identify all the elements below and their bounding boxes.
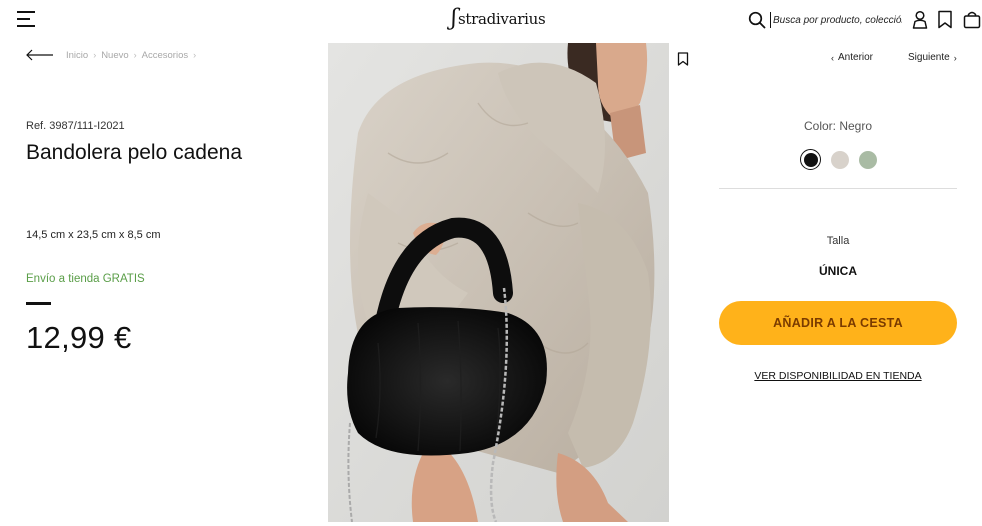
search-icon[interactable] [748, 11, 766, 29]
user-icon[interactable] [911, 10, 929, 29]
swatch-beige[interactable] [831, 150, 849, 169]
next-product-link[interactable]: Siguiente › [908, 52, 961, 63]
size-label: Talla [826, 235, 850, 247]
breadcrumb-separator-icon: › [133, 50, 137, 60]
product-reference: Ref. 3987/111-I2021 [26, 120, 125, 132]
product-price: 12,99 € [26, 320, 132, 355]
chevron-right-icon: › [953, 52, 957, 63]
top-header: ʃ stradivarius [0, 0, 982, 38]
swatch-negro[interactable] [800, 149, 821, 170]
bag-icon[interactable] [963, 10, 981, 29]
section-divider [719, 188, 957, 189]
shipping-info: Envío a tienda GRATIS [26, 273, 145, 285]
previous-label: Anterior [838, 52, 874, 63]
next-label: Siguiente [908, 52, 950, 63]
brand-logo[interactable]: ʃ stradivarius [451, 6, 546, 32]
color-label: Color: Negro [803, 119, 873, 133]
color-swatches [800, 149, 887, 170]
product-photo-illustration [328, 43, 669, 522]
breadcrumb-separator-icon: › [193, 50, 197, 60]
wishlist-icon[interactable] [936, 10, 954, 29]
breadcrumb-separator-icon: › [93, 50, 97, 60]
product-dimensions: 14,5 cm x 23,5 cm x 8,5 cm [26, 229, 161, 241]
breadcrumb-item-inicio[interactable]: Inicio [66, 50, 88, 61]
previous-product-link[interactable]: ‹ Anterior [827, 52, 873, 63]
product-image[interactable] [328, 43, 669, 522]
back-arrow-icon[interactable] [26, 49, 54, 61]
price-divider [26, 302, 51, 305]
breadcrumb-item-accesorios[interactable]: Accesorios [142, 50, 188, 61]
search-bar[interactable] [748, 9, 906, 31]
menu-icon[interactable] [17, 11, 37, 28]
swatch-verde[interactable] [859, 150, 877, 169]
breadcrumb-item-nuevo[interactable]: Nuevo [101, 50, 128, 61]
add-to-cart-button[interactable]: AÑADIR A LA CESTA [719, 301, 957, 345]
logo-text: stradivarius [457, 10, 546, 28]
swatch-negro-fill [803, 152, 818, 167]
chevron-left-icon: ‹ [831, 52, 834, 63]
product-title: Bandolera pelo cadena [26, 141, 243, 164]
size-value[interactable]: ÚNICA [719, 264, 957, 278]
search-input[interactable] [770, 12, 902, 28]
bookmark-icon[interactable] [677, 52, 689, 66]
store-availability-link[interactable]: VER DISPONIBILIDAD EN TIENDA [719, 370, 957, 382]
logo-mark: ʃ [451, 6, 457, 31]
breadcrumb: Inicio › Nuevo › Accesorios › [26, 49, 201, 61]
